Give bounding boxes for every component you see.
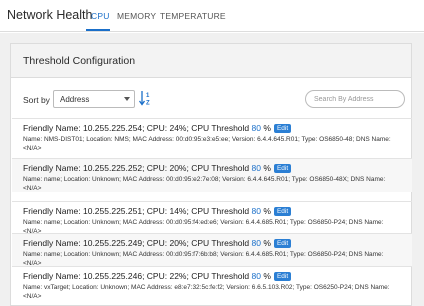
active-tab-indicator: [86, 29, 110, 31]
cpu-threshold-value: 80: [251, 271, 261, 281]
tab-temperature[interactable]: TEMPERATURE: [160, 11, 226, 21]
cpu-threshold-value: 80: [251, 206, 261, 216]
sort-by-value: Address: [60, 95, 90, 104]
svg-text:Z: Z: [146, 101, 150, 107]
sort-label: Sort by: [23, 95, 50, 105]
device-summary: Friendly Name: 10.255.225.254; CPU: 24%;…: [23, 123, 250, 133]
cpu-threshold-value: 80: [251, 123, 261, 133]
device-title: Friendly Name: 10.255.225.246; CPU: 22%;…: [23, 271, 292, 281]
svg-text:1: 1: [146, 93, 150, 99]
device-details: Name: vxTarget; Location: Unknown; MAC A…: [23, 284, 390, 300]
sort-by-select[interactable]: Address: [53, 90, 135, 108]
threshold-unit: %: [263, 271, 271, 281]
edit-button[interactable]: Edit: [273, 124, 292, 133]
device-summary: Friendly Name: 10.255.225.252; CPU: 20%;…: [23, 163, 250, 173]
device-row: Friendly Name: 10.255.225.246; CPU: 22%;…: [12, 266, 412, 300]
device-title: Friendly Name: 10.255.225.249; CPU: 20%;…: [23, 238, 292, 248]
cpu-threshold-value: 80: [251, 238, 261, 248]
device-title: Friendly Name: 10.255.225.252; CPU: 20%;…: [23, 163, 292, 173]
edit-button[interactable]: Edit: [273, 207, 292, 216]
device-title: Friendly Name: 10.255.225.254; CPU: 24%;…: [23, 123, 292, 133]
edit-button[interactable]: Edit: [273, 272, 292, 281]
threshold-panel: Threshold Configuration Sort by Address …: [10, 43, 412, 306]
device-row: Friendly Name: 10.255.225.249; CPU: 20%;…: [12, 233, 412, 267]
app-title: Network Health: [7, 8, 93, 22]
device-summary: Friendly Name: 10.255.225.249; CPU: 20%;…: [23, 238, 250, 248]
tab-memory[interactable]: MEMORY: [117, 11, 156, 21]
edit-button[interactable]: Edit: [273, 164, 292, 173]
sort-order-icon[interactable]: 1 Z: [139, 90, 153, 106]
threshold-unit: %: [263, 163, 271, 173]
panel-title: Threshold Configuration: [23, 55, 136, 67]
threshold-unit: %: [263, 238, 271, 248]
device-details: Name: name; Location: Unknown; MAC Addre…: [23, 176, 386, 192]
threshold-unit: %: [263, 123, 271, 133]
tab-cpu[interactable]: CPU: [91, 11, 110, 21]
device-row: Friendly Name: 10.255.225.254; CPU: 24%;…: [12, 118, 412, 152]
device-row: Friendly Name: 10.255.225.252; CPU: 20%;…: [12, 158, 412, 192]
device-summary: Friendly Name: 10.255.225.246; CPU: 22%;…: [23, 271, 250, 281]
device-title: Friendly Name: 10.255.225.251; CPU: 14%;…: [23, 206, 292, 216]
threshold-unit: %: [263, 206, 271, 216]
device-row: Friendly Name: 10.255.225.251; CPU: 14%;…: [12, 201, 412, 235]
top-bar: Network Health CPU MEMORY TEMPERATURE: [0, 0, 424, 32]
device-summary: Friendly Name: 10.255.225.251; CPU: 14%;…: [23, 206, 250, 216]
edit-button[interactable]: Edit: [273, 239, 292, 248]
device-details: Name: NMS-DIST01; Location: NMS; MAC Add…: [23, 136, 391, 152]
search-input[interactable]: [305, 90, 405, 108]
chevron-down-icon: [124, 97, 130, 101]
panel-header: Threshold Configuration: [11, 44, 411, 78]
cpu-threshold-value: 80: [251, 163, 261, 173]
